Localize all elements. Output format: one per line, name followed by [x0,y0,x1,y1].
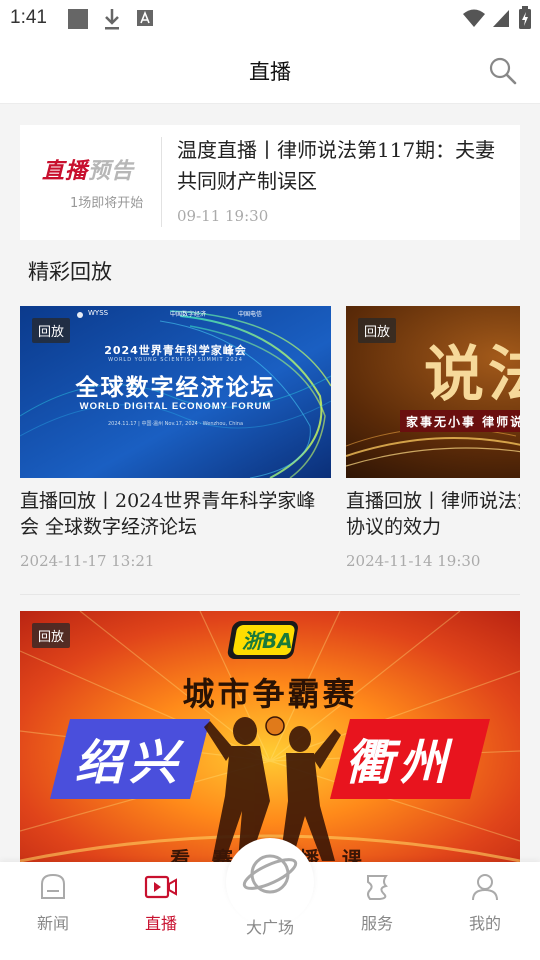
replay-title[interactable]: 直播回放丨律师说法第116期：离婚协议的效力 [346,488,520,540]
bottom-navigation: 新闻 直播 大广场 服务 我的 [0,838,540,960]
service-icon [367,875,388,900]
league-logo: 浙BA [242,629,293,653]
forum-english-title: WORLD DIGITAL ECONOMY FORUM [79,401,272,412]
logo-preview-text: 预告 [88,159,135,184]
upcoming-count: 1场即将开始 [70,196,144,211]
nav-label: 大广场 [245,918,294,937]
replay-card[interactable]: WYSS 中国数字经济 中国电信 2024世界青年科学家峰会 WORLD YOU… [20,306,331,570]
nav-item-news[interactable]: 新闻 [8,862,98,952]
replay-thumbnail[interactable]: WYSS 中国数字经济 中国电信 2024世界青年科学家峰会 WORLD YOU… [20,306,331,478]
preview-title[interactable]: 温度直播丨律师说法第117期：夫妻共同财产制误区 [177,135,507,197]
battery-charging-icon [519,6,531,29]
replay-time: 2024-11-14 19:30 [346,552,481,570]
live-video-icon [144,875,177,899]
notification-image-icon [68,9,88,29]
preview-divider [161,137,162,227]
replay-thumbnail[interactable]: 说法 家事无小事 律师说法 回放 [346,306,520,478]
sponsor-logo-cde: 中国数字经济 [170,311,207,318]
nav-item-service[interactable]: 服务 [332,862,422,952]
sponsor-logo-telecom: 中国电信 [238,311,263,318]
logo-live-text: 直播 [42,159,89,184]
nav-item-profile[interactable]: 我的 [440,862,530,952]
nav-label: 我的 [468,914,501,933]
law-show-banner: 家事无小事 律师说法 [406,415,520,429]
replay-badge: 回放 [32,623,71,648]
live-preview-logo: 直播预告 [42,153,134,185]
wifi-icon [463,9,485,27]
law-show-big-title: 说法 [424,340,520,410]
forum-summit-heading: 2024世界青年科学家峰会 [104,344,247,357]
replay-card[interactable]: 说法 家事无小事 律师说法 回放 直播回放丨律师说法第116期：离婚协议的效力 … [346,306,520,570]
section-title-replays: 精彩回放 [28,260,112,284]
sponsor-logo-wyss: WYSS [88,309,109,317]
nav-label: 服务 [360,914,393,933]
nav-label: 新闻 [36,914,69,933]
download-icon [105,9,119,30]
replay-time: 2024-11-17 13:21 [20,552,155,570]
page-title: 直播 [249,60,291,84]
nav-item-live[interactable]: 直播 [116,862,206,952]
status-bar: 1:41 [0,0,540,38]
league-event-title: 城市争霸赛 [182,675,358,713]
planet-icon [242,854,298,894]
app-header: 直播 [0,38,540,104]
live-preview-card[interactable]: 直播预告 1场即将开始 温度直播丨律师说法第117期：夫妻共同财产制误区 09-… [20,125,520,240]
replay-title[interactable]: 直播回放丨2024世界青年科学家峰会 全球数字经济论坛 [20,488,331,540]
nav-label: 直播 [144,914,177,933]
nav-item-plaza[interactable]: 大广场 [225,854,315,952]
news-icon [41,873,65,899]
team-left-name: 绍兴 [75,735,184,791]
font-a-icon [137,10,153,26]
team-right-name: 衢州 [345,735,454,791]
replay-badge: 回放 [32,318,71,343]
search-icon[interactable] [488,56,518,86]
replay-badge: 回放 [358,318,397,343]
profile-icon [472,874,498,901]
status-time: 1:41 [10,7,47,28]
row-divider [20,594,520,595]
preview-time: 09-11 19:30 [177,207,269,225]
forum-date-line: 2024.11.17 | 中国·温州 Nov.17, 2024 · Wenzho… [107,421,244,427]
forum-summit-english: WORLD YOUNG SCIENTIST SUMMIT 2024 [108,357,243,363]
forum-main-title: 全球数字经济论坛 [75,375,276,401]
replay-card-large[interactable]: 浙BA 城市争霸赛 绍兴 衢州 看 赛 直 播 课 回放 [20,611,520,871]
signal-icon [493,10,509,27]
